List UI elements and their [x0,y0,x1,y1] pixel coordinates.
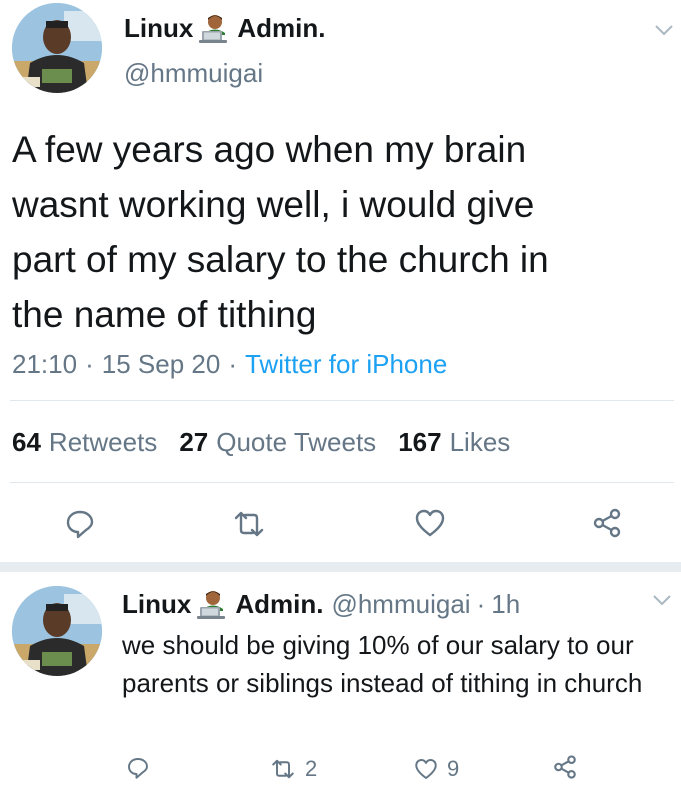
quote-tweets-label: Quote Tweets [216,426,377,457]
likes-label: Likes [449,426,511,457]
display-name-first: Linux [124,12,194,43]
retweet-icon[interactable] [231,508,267,540]
avatar-photo [12,3,102,93]
share-icon [552,754,578,780]
chevron-down-icon[interactable] [654,24,674,36]
tweet-text: we should be giving 10% of our salary to… [122,630,643,698]
display-name[interactable]: Linux Admin. [124,12,325,44]
reply-button[interactable] [126,756,150,780]
reply-icon[interactable] [64,508,96,540]
user-handle[interactable]: @hmmuigai [124,58,263,89]
likes-stat[interactable]: 167 Likes [398,427,510,458]
avatar[interactable] [12,3,102,93]
retweets-label: Retweets [48,426,158,457]
retweets-stat[interactable]: 64 Retweets [12,427,157,458]
like-button[interactable]: 9 [413,756,459,782]
meta-separator: · [476,588,486,619]
avatar-photo [12,586,102,676]
share-icon[interactable] [591,507,623,539]
reply-icon [126,756,150,780]
display-name-second[interactable]: Admin. [235,589,323,620]
tweet-time[interactable]: 1h [491,589,520,620]
like-count: 9 [447,756,460,781]
technologist-emoji-icon [197,589,229,619]
tweet-stats: 64 Retweets 27 Quote Tweets 167 Likes [12,424,532,460]
quote-tweets-stat[interactable]: 27 Quote Tweets [179,427,376,458]
main-tweet[interactable]: Linux Admin. @hmmuigai A few years ago w… [0,0,681,570]
retweet-button[interactable]: 2 [269,756,317,782]
tweet-text: A few years ago when my brain wasnt work… [12,129,549,335]
retweet-icon [269,757,297,781]
tweet-date[interactable]: 15 Sep 20 [102,349,221,380]
heart-icon [413,757,439,781]
tweet-source-link[interactable]: Twitter for iPhone [245,349,447,380]
heart-icon[interactable] [414,507,446,539]
share-button[interactable] [552,754,578,780]
meta-separator: · [85,348,94,379]
divider [10,400,674,401]
meta-separator: · [228,348,237,379]
display-name-first[interactable]: Linux [122,589,191,620]
likes-count: 167 [398,426,442,457]
retweets-count: 64 [12,426,41,457]
divider [10,482,674,483]
display-name-second: Admin. [237,12,326,43]
quote-tweets-count: 27 [179,426,209,457]
tweet-separator [0,562,681,572]
avatar[interactable] [12,586,102,676]
reply-header: Linux Admin. @hmmuigai · 1h [122,588,520,620]
user-handle[interactable]: @hmmuigai [331,589,470,620]
tweet-meta: 21:10 · 15 Sep 20 · Twitter for iPhone [12,346,447,382]
tweet-time[interactable]: 21:10 [12,349,77,380]
technologist-emoji-icon [199,13,231,43]
retweet-count: 2 [305,756,318,781]
tweet-thread: Linux Admin. @hmmuigai A few years ago w… [0,0,681,800]
chevron-down-icon[interactable] [652,594,672,606]
